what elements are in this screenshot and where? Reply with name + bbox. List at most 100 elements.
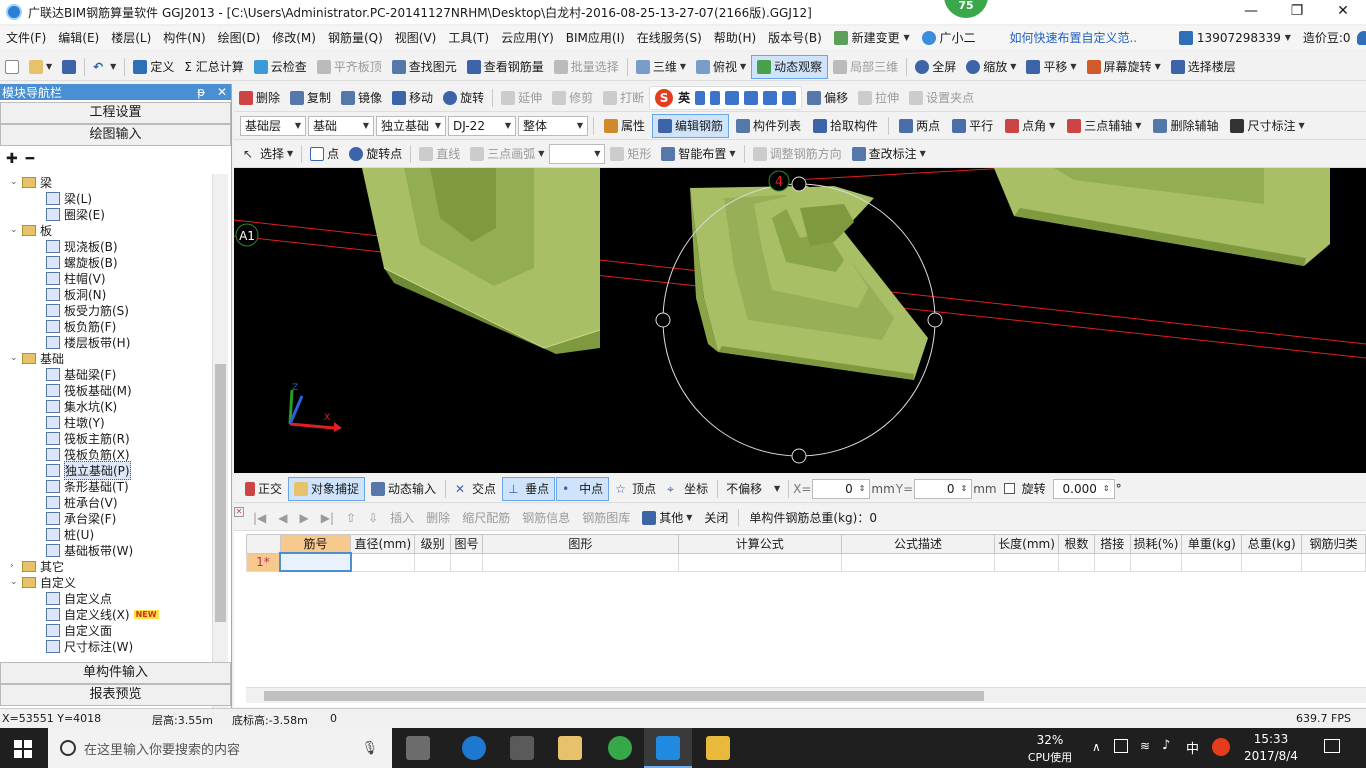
- category-select[interactable]: 基础 ▼: [308, 115, 374, 136]
- wifi-icon[interactable]: ≋: [1140, 739, 1150, 753]
- collapse-icon[interactable]: ⌄: [10, 577, 20, 587]
- tree-item[interactable]: 条形基础(T): [0, 478, 212, 494]
- offset-button[interactable]: 偏移: [802, 86, 853, 110]
- report-preview-button[interactable]: 报表预览: [0, 684, 231, 706]
- menu-new-change[interactable]: 新建变更 ▼: [828, 26, 916, 50]
- table-cell[interactable]: [1301, 552, 1366, 572]
- other-button[interactable]: 其他 ▼: [637, 506, 697, 530]
- copy-button[interactable]: 复制: [285, 86, 336, 110]
- col-diameter[interactable]: 直径(mm): [350, 534, 416, 554]
- volume-icon[interactable]: ♪: [1162, 738, 1170, 753]
- align-slab-button[interactable]: 平齐板顶: [312, 55, 387, 79]
- grip-handle[interactable]: [791, 176, 807, 192]
- tree-item[interactable]: 螺旋板(B): [0, 254, 212, 270]
- tree-item[interactable]: 板负筋(F): [0, 318, 212, 334]
- table-cell[interactable]: [482, 552, 679, 572]
- task-view-icon[interactable]: [406, 736, 430, 760]
- delete-axis-button[interactable]: 删除辅轴: [1148, 114, 1223, 138]
- tree-item[interactable]: 现浇板(B): [0, 238, 212, 254]
- tree-item[interactable]: 筏板主筋(R): [0, 430, 212, 446]
- rotate-checkbox[interactable]: [1003, 483, 1015, 494]
- table-cell[interactable]: [450, 552, 484, 572]
- vertex-snap[interactable]: ☆ 顶点: [610, 477, 661, 501]
- glodon-taskbar-button[interactable]: [644, 728, 692, 768]
- grip-handle[interactable]: [927, 312, 943, 328]
- tree-folder[interactable]: ⌄ 自定义: [0, 574, 212, 590]
- edit-annotation-button[interactable]: 查改标注 ▼: [847, 142, 931, 166]
- table-h-scrollbar[interactable]: [246, 687, 1366, 703]
- collapse-icon[interactable]: ⌄: [10, 353, 20, 363]
- tree-scrollbar[interactable]: [212, 174, 228, 740]
- undo-button[interactable]: ↶ ▼: [88, 55, 121, 79]
- insert-row-button[interactable]: 插入: [385, 506, 419, 530]
- new-file-button[interactable]: [0, 55, 24, 79]
- col-count[interactable]: 根数: [1057, 534, 1095, 554]
- tree-item[interactable]: 筏板基础(M): [0, 382, 212, 398]
- clock-date[interactable]: 2017/8/4: [1240, 749, 1302, 763]
- col-unit-weight[interactable]: 单重(kg): [1181, 534, 1243, 554]
- 3d-view-button[interactable]: 三维 ▼: [631, 55, 691, 79]
- col-length[interactable]: 长度(mm): [994, 534, 1059, 554]
- table-row[interactable]: 1*: [246, 552, 1366, 572]
- col-total-weight[interactable]: 总重(kg): [1241, 534, 1303, 554]
- mirror-button[interactable]: 镜像: [336, 86, 387, 110]
- table-cell[interactable]: [1093, 552, 1131, 572]
- table-cell[interactable]: [1241, 552, 1303, 572]
- drawing-input-button[interactable]: 绘图输入: [0, 124, 231, 146]
- taskbar-search[interactable]: 在这里输入你要搜索的内容 🎙: [48, 728, 392, 768]
- tree-item[interactable]: 独立基础(P): [0, 460, 212, 480]
- tree-item[interactable]: 柱帽(V): [0, 270, 212, 286]
- collapse-icon[interactable]: ⌄: [10, 177, 20, 187]
- two-point-axis-button[interactable]: 两点: [894, 114, 945, 138]
- screen-rotate-button[interactable]: 屏幕旋转 ▼: [1082, 55, 1166, 79]
- local-3d-button[interactable]: 局部三维: [828, 55, 903, 79]
- single-component-input-button[interactable]: 单构件输入: [0, 662, 231, 684]
- tree-item[interactable]: 基础板带(W): [0, 542, 212, 558]
- expand-icon[interactable]: ›: [10, 561, 20, 571]
- break-button[interactable]: 打断: [598, 86, 649, 110]
- tree-folder[interactable]: ⌄ 板: [0, 222, 212, 238]
- calculate-button[interactable]: Σ 汇总计算: [179, 55, 248, 79]
- stretch-button[interactable]: 拉伸: [853, 86, 904, 110]
- point-angle-button[interactable]: 点角 ▼: [1000, 114, 1060, 138]
- select-floor-button[interactable]: 选择楼层: [1166, 55, 1241, 79]
- drawing-canvas[interactable]: 4 A1 Z X: [234, 168, 1366, 473]
- properties-button[interactable]: 属性: [599, 114, 650, 138]
- bell-icon[interactable]: [1356, 31, 1366, 45]
- rebar-library-button[interactable]: 钢筋图库: [577, 506, 635, 530]
- rotate-input[interactable]: 0.000 ⇕: [1052, 478, 1115, 499]
- expand-all-icon[interactable]: ✚: [6, 151, 18, 167]
- col-formula-desc[interactable]: 公式描述: [840, 534, 996, 554]
- menu-online[interactable]: 在线服务(S): [631, 26, 708, 50]
- tree-item[interactable]: 自定义点: [0, 590, 212, 606]
- minimize-button[interactable]: —: [1228, 0, 1274, 24]
- menu-floor[interactable]: 楼层(L): [105, 26, 157, 50]
- table-cell[interactable]: [350, 552, 416, 572]
- set-grip-button[interactable]: 设置夹点: [904, 86, 979, 110]
- isolated-footing-left[interactable]: [362, 168, 601, 354]
- rotate-point-button[interactable]: 旋转点: [344, 142, 407, 166]
- tree-item[interactable]: 基础梁(F): [0, 366, 212, 382]
- midpoint-snap[interactable]: • 中点: [556, 476, 610, 501]
- menu-help[interactable]: 帮助(H): [708, 26, 762, 50]
- move-down-button[interactable]: ⇩: [363, 506, 383, 530]
- tree-item[interactable]: 板洞(N): [0, 286, 212, 302]
- tree-item[interactable]: 桩(U): [0, 526, 212, 542]
- intersection-snap[interactable]: ✕ 交点: [450, 477, 501, 501]
- menu-file[interactable]: 文件(F): [0, 26, 52, 50]
- save-button[interactable]: [57, 55, 81, 79]
- last-record-button[interactable]: ▶|: [316, 506, 339, 530]
- delete-row-button[interactable]: 删除: [421, 506, 455, 530]
- perpendicular-snap[interactable]: ⊥ 垂点: [502, 476, 556, 501]
- view-rebar-qty-button[interactable]: 查看钢筋量: [462, 55, 549, 79]
- table-cell[interactable]: [414, 552, 452, 572]
- project-settings-button[interactable]: 工程设置: [0, 102, 231, 124]
- pick-component-button[interactable]: 拾取构件: [808, 114, 883, 138]
- trim-button[interactable]: 修剪: [547, 86, 598, 110]
- tree-folder[interactable]: ⌄ 梁: [0, 174, 212, 190]
- tree-folder[interactable]: › 其它: [0, 558, 212, 574]
- cloud-check-button[interactable]: 云检查: [249, 55, 312, 79]
- editor-close-icon[interactable]: ✕: [234, 507, 244, 517]
- tree-item[interactable]: 圈梁(E): [0, 206, 212, 222]
- help-link[interactable]: 如何快速布置自定义范..: [1003, 26, 1143, 50]
